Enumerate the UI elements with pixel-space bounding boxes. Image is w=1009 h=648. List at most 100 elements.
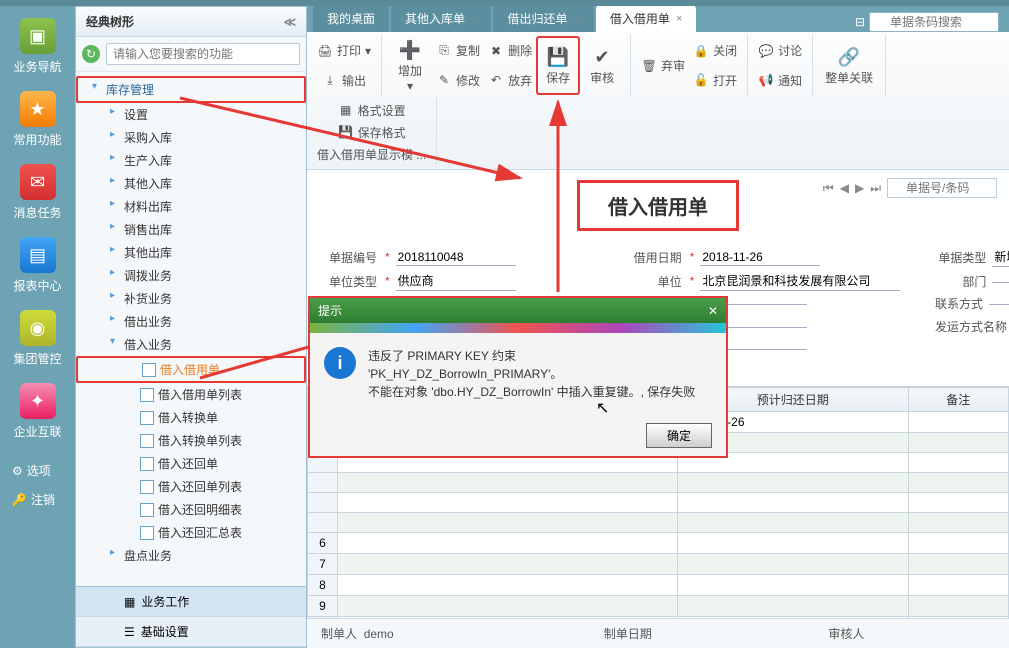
tree-leaf-return-detail[interactable]: 借入还回明细表 [76, 498, 306, 521]
close-icon[interactable]: × [573, 13, 579, 25]
docno-value[interactable]: 2018110048 [396, 249, 516, 266]
tree-tab-base[interactable]: ☰基础设置 [76, 617, 306, 647]
discuss-button[interactable]: 💬讨论 [754, 40, 806, 62]
tree-leaf-borrow-doc[interactable]: 借入借用单 [76, 356, 306, 383]
tree-purchase-in[interactable]: ▸采购入库 [76, 126, 306, 149]
doc-search-input[interactable] [887, 178, 997, 198]
print-button[interactable]: 🖨打印 ▾ [313, 40, 375, 62]
add-button[interactable]: ➕增加 ▾ [388, 36, 432, 95]
tree-other-in[interactable]: ▸其他入库 [76, 172, 306, 195]
nav-group[interactable]: ◉集团管控 [0, 302, 75, 375]
refresh-icon[interactable]: ↻ [82, 45, 100, 63]
link-icon: 🔗 [837, 45, 861, 69]
modify-button[interactable]: ✎修改 [432, 69, 484, 91]
close-icon[interactable]: × [471, 13, 477, 25]
table-row[interactable] [308, 493, 1009, 513]
barcode-search-input[interactable] [869, 12, 999, 32]
delete-button[interactable]: ✖删除 [484, 40, 536, 62]
save-button[interactable]: 💾保存 [536, 36, 580, 95]
output-button[interactable]: ⤓输出 [313, 69, 375, 91]
dept-label: 部门 [930, 273, 986, 290]
fmt-set-button[interactable]: ▦格式设置 [313, 99, 430, 121]
fmt-tpl-button[interactable]: 借入借用单显示模 ... [313, 143, 430, 165]
toolbar: 🖨打印 ▾ ⤓输出 ➕增加 ▾ ⎘复制 ✎修改 ✖删除 ↶放弃 💾保存 ✔审核 [307, 32, 1009, 170]
tree-leaf-borrow-list[interactable]: 借入借用单列表 [76, 383, 306, 406]
tree-tab-work[interactable]: ▦业务工作 [76, 587, 306, 617]
tree-search-input[interactable] [106, 43, 300, 65]
tree-stocktake[interactable]: ▸盘点业务 [76, 544, 306, 567]
abandon-button[interactable]: ↶放弃 [484, 69, 536, 91]
close-icon[interactable]: × [676, 13, 682, 25]
tab-desktop[interactable]: 我的桌面 [313, 6, 389, 32]
tab-borrow-in[interactable]: 借入借用单× [596, 6, 696, 32]
tree-borrow-in[interactable]: ▾借入业务 [76, 333, 306, 356]
footer: 制单人 demo 制单日期 审核人 [307, 618, 1009, 648]
options-link[interactable]: ⚙选项 [8, 456, 67, 485]
tree-leaf-return[interactable]: 借入还回单 [76, 452, 306, 475]
save-icon: 💾 [338, 124, 354, 140]
tree-other-out[interactable]: ▸其他出库 [76, 241, 306, 264]
nav-business[interactable]: ▣业务导航 [0, 10, 75, 83]
tree-leaf-convert-list[interactable]: 借入转换单列表 [76, 429, 306, 452]
logout-link[interactable]: 🔑注销 [8, 485, 67, 514]
tree-sale-out[interactable]: ▸销售出库 [76, 218, 306, 241]
type-value: 新增单据 [992, 247, 1009, 267]
tree-material-out[interactable]: ▸材料出库 [76, 195, 306, 218]
table-row[interactable] [308, 473, 1009, 493]
contactway-value[interactable] [989, 302, 1009, 305]
next-icon[interactable]: ▶ [855, 181, 864, 195]
tree-leaf-return-sum[interactable]: 借入还回汇总表 [76, 521, 306, 544]
nav-common[interactable]: ★常用功能 [0, 83, 75, 156]
tree-prod-in[interactable]: ▸生产入库 [76, 149, 306, 172]
unittype-value[interactable]: 供应商 [396, 271, 516, 291]
last-icon[interactable]: ⏭ [870, 181, 881, 196]
notify-button[interactable]: 📢通知 [754, 69, 806, 91]
prev-icon[interactable]: ◀ [840, 181, 849, 195]
nav-enterprise[interactable]: ✦企业互联 [0, 375, 75, 448]
doc-icon [140, 503, 154, 517]
tree-borrow-out[interactable]: ▸借出业务 [76, 310, 306, 333]
dialog-close-icon[interactable]: ✕ [708, 304, 718, 318]
tab-other-in[interactable]: 其他入库单× [391, 6, 491, 32]
table-row[interactable]: 7 [308, 554, 1009, 575]
discard-button[interactable]: 🗑弃审 [637, 55, 689, 77]
table-row[interactable]: 9 [308, 596, 1009, 617]
doc-icon [140, 434, 154, 448]
first-icon[interactable]: ⏮ [823, 181, 834, 196]
nav-message[interactable]: ✉消息任务 [0, 156, 75, 229]
table-row[interactable]: 6 [308, 533, 1009, 554]
date-value[interactable]: 2018-11-26 [700, 249, 820, 266]
tree-root-inventory[interactable]: ▾库存管理 [76, 76, 306, 103]
audit-button[interactable]: ✔审核 [580, 36, 624, 95]
open-button[interactable]: 🔓打开 [689, 69, 741, 91]
nav-report[interactable]: ▤报表中心 [0, 229, 75, 302]
dept-value[interactable] [992, 280, 1009, 283]
left-nav: ▣业务导航 ★常用功能 ✉消息任务 ▤报表中心 ◉集团管控 ✦企业互联 ⚙选项 … [0, 6, 75, 648]
cursor-icon: ↖ [596, 398, 609, 418]
copy-button[interactable]: ⎘复制 [432, 40, 484, 62]
contactway-label: 联系方式 [927, 295, 983, 312]
table-row[interactable] [308, 513, 1009, 533]
dialog-title: 提示 [318, 302, 342, 319]
fmt-save-button[interactable]: 💾保存格式 [313, 121, 430, 143]
tab-borrow-return[interactable]: 借出归还单× [493, 6, 593, 32]
ok-button[interactable]: 确定 [646, 423, 712, 448]
table-row[interactable]: 8 [308, 575, 1009, 596]
close-button[interactable]: 🔒关闭 [689, 40, 741, 62]
print-icon: 🖨 [317, 43, 333, 59]
table-row[interactable]: 10 [308, 617, 1009, 619]
assoc-button[interactable]: 🔗整单关联 [819, 36, 879, 95]
doc-icon [142, 363, 156, 377]
tree-transfer[interactable]: ▸调拨业务 [76, 264, 306, 287]
tree-leaf-return-list[interactable]: 借入还回单列表 [76, 475, 306, 498]
check-icon: ✔ [590, 45, 614, 69]
key-icon: 🔑 [12, 493, 27, 507]
makedate-label: 制单日期 [604, 627, 652, 641]
tree-leaf-convert[interactable]: 借入转换单 [76, 406, 306, 429]
unit-value[interactable]: 北京昆润景和科技发展有限公司 [700, 271, 900, 291]
col-remark[interactable]: 备注 [908, 388, 1008, 412]
tree-replenish[interactable]: ▸补货业务 [76, 287, 306, 310]
close-icon[interactable]: ≪ [283, 15, 296, 29]
tree-settings[interactable]: ▸设置 [76, 103, 306, 126]
type-label: 单据类型 [930, 249, 986, 266]
